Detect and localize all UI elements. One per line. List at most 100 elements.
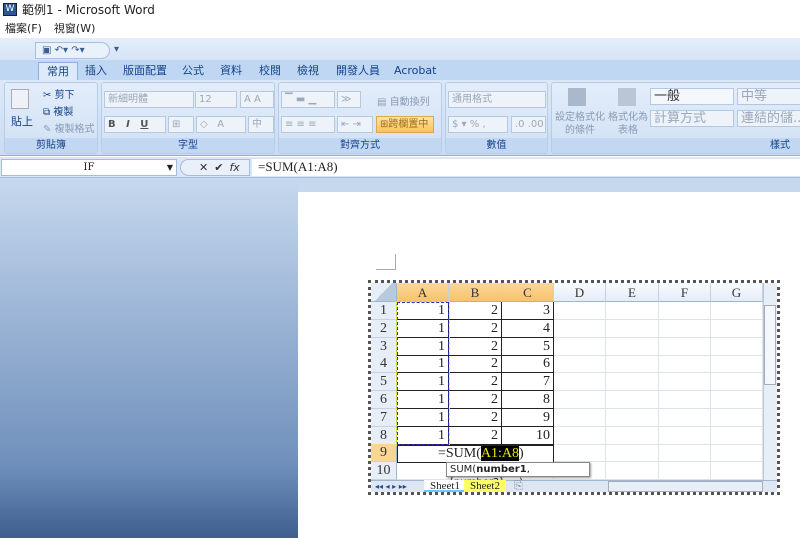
select-all-corner[interactable] (371, 283, 397, 302)
fill-color-button[interactable]: ◇ (200, 119, 208, 130)
vertical-align-buttons[interactable]: ▔ ▬ ▁ (281, 91, 335, 108)
conditional-format-button[interactable]: 設定格式化的條件 (554, 111, 606, 137)
number-format-select[interactable]: 通用格式 (448, 91, 546, 108)
empty-cell[interactable] (554, 302, 606, 320)
italic-button[interactable]: I (126, 119, 130, 130)
underline-button[interactable]: U (140, 119, 148, 130)
empty-cell[interactable] (554, 373, 606, 392)
cell[interactable]: 1 (397, 337, 449, 356)
cell[interactable]: 10 (502, 426, 554, 445)
tab-formulas[interactable]: 公式 (182, 62, 204, 80)
orientation-icon[interactable]: ≫ (337, 91, 361, 108)
font-color-button[interactable]: A (217, 119, 224, 130)
cell[interactable]: 1 (397, 373, 449, 392)
undo-icon[interactable]: ↶▾ (55, 45, 68, 56)
empty-cell[interactable] (659, 337, 711, 356)
column-header-C[interactable]: C (502, 283, 554, 302)
format-painter-button[interactable]: ✎ 複製格式 (43, 120, 95, 135)
empty-cell[interactable] (554, 337, 606, 356)
row-header[interactable]: 2 (371, 319, 397, 338)
horizontal-scrollbar[interactable] (608, 481, 763, 492)
bold-button[interactable]: B (108, 119, 116, 130)
scrollbar-thumb[interactable] (764, 305, 776, 385)
cell[interactable]: 1 (397, 391, 449, 409)
cancel-icon[interactable]: ✕ (199, 161, 214, 174)
empty-cell[interactable] (711, 337, 763, 356)
empty-cell[interactable] (659, 355, 711, 374)
empty-cell[interactable] (606, 355, 659, 374)
empty-cell[interactable] (711, 462, 763, 481)
row-header[interactable]: 3 (371, 337, 397, 356)
indent-buttons[interactable]: ⇤ ⇥ (337, 116, 373, 133)
font-name-select[interactable]: 新細明體 (104, 91, 194, 108)
decrease-decimal-button[interactable]: .00 (528, 119, 544, 130)
grow-font-button[interactable]: A (244, 94, 251, 105)
sheet-nav-buttons[interactable]: ◂◂ ◂ ▸ ▸▸ (375, 481, 407, 492)
merge-center-button[interactable]: ⊞跨欄置中 (376, 116, 434, 133)
grow-shrink-font[interactable]: A A (240, 91, 274, 108)
cell[interactable]: 1 (397, 302, 449, 320)
horizontal-align-buttons[interactable]: ≡ ≡ ≡ (281, 116, 335, 133)
empty-cell[interactable] (554, 426, 606, 445)
row-header[interactable]: 5 (371, 373, 397, 392)
cell[interactable]: 4 (502, 319, 554, 338)
cell[interactable]: 2 (449, 373, 502, 392)
chevron-down-icon[interactable]: ▼ (167, 160, 173, 175)
empty-cell[interactable] (659, 373, 711, 392)
row-header[interactable]: 1 (371, 302, 397, 320)
empty-cell[interactable] (606, 391, 659, 409)
style-neutral[interactable]: 中等 (737, 88, 800, 105)
cell[interactable]: 2 (449, 319, 502, 338)
increase-decimal-button[interactable]: .0 (515, 119, 525, 130)
style-calculation[interactable]: 計算方式 (650, 110, 734, 127)
empty-cell[interactable] (606, 319, 659, 338)
cell[interactable]: 1 (397, 355, 449, 374)
empty-cell[interactable] (711, 302, 763, 320)
cell[interactable]: 1 (397, 408, 449, 427)
empty-cell[interactable] (659, 426, 711, 445)
empty-cell[interactable] (606, 462, 659, 481)
cell[interactable]: 9 (502, 408, 554, 427)
row-header[interactable]: 10 (371, 462, 397, 481)
empty-cell[interactable] (711, 319, 763, 338)
style-linked-cell[interactable]: 連結的儲... (737, 110, 800, 127)
empty-cell[interactable] (659, 444, 711, 463)
cell[interactable]: 1 (397, 426, 449, 445)
cell[interactable]: 2 (449, 355, 502, 374)
row-header[interactable]: 7 (371, 408, 397, 427)
tab-view[interactable]: 檢視 (297, 62, 319, 80)
tab-data[interactable]: 資料 (220, 62, 242, 80)
empty-cell[interactable] (659, 302, 711, 320)
empty-cell[interactable] (606, 337, 659, 356)
percent-button[interactable]: % (470, 119, 480, 130)
empty-cell[interactable] (711, 355, 763, 374)
insert-function-icon[interactable]: fx (229, 161, 239, 174)
empty-cell[interactable] (554, 355, 606, 374)
border-icon[interactable]: ⊞ (168, 116, 194, 133)
column-header-B[interactable]: B (449, 283, 502, 302)
empty-cell[interactable] (659, 408, 711, 427)
column-header-D[interactable]: D (554, 283, 606, 302)
name-box[interactable]: IF ▼ (1, 159, 177, 176)
shrink-font-button[interactable]: A (254, 94, 261, 105)
enter-icon[interactable]: ✔ (214, 161, 229, 174)
row-header[interactable]: 9 (371, 444, 397, 463)
cell[interactable]: 2 (449, 408, 502, 427)
row-header[interactable]: 6 (371, 391, 397, 409)
menu-file[interactable]: 檔案(F) (5, 22, 42, 35)
wrap-text-button[interactable]: ▤ 自動換列 (377, 93, 430, 108)
font-size-select[interactable]: 12 (195, 91, 237, 108)
tab-developer[interactable]: 開發人員 (336, 62, 380, 80)
column-header-F[interactable]: F (659, 283, 711, 302)
row-header[interactable]: 8 (371, 426, 397, 445)
tab-acrobat[interactable]: Acrobat (394, 62, 436, 80)
copy-button[interactable]: ⧉ 複製 (43, 103, 73, 118)
formula-input[interactable]: =SUM(A1:A8) (252, 159, 800, 176)
insert-sheet-icon[interactable]: ⎘ (508, 480, 529, 492)
cell-editor[interactable]: =SUM(A1:A8) (397, 445, 554, 463)
empty-cell[interactable] (711, 444, 763, 463)
sheet-tab-sheet1[interactable]: Sheet1 (424, 480, 466, 492)
empty-cell[interactable] (606, 426, 659, 445)
tooltip-arg[interactable]: number1 (476, 464, 527, 475)
empty-cell[interactable] (606, 444, 659, 463)
